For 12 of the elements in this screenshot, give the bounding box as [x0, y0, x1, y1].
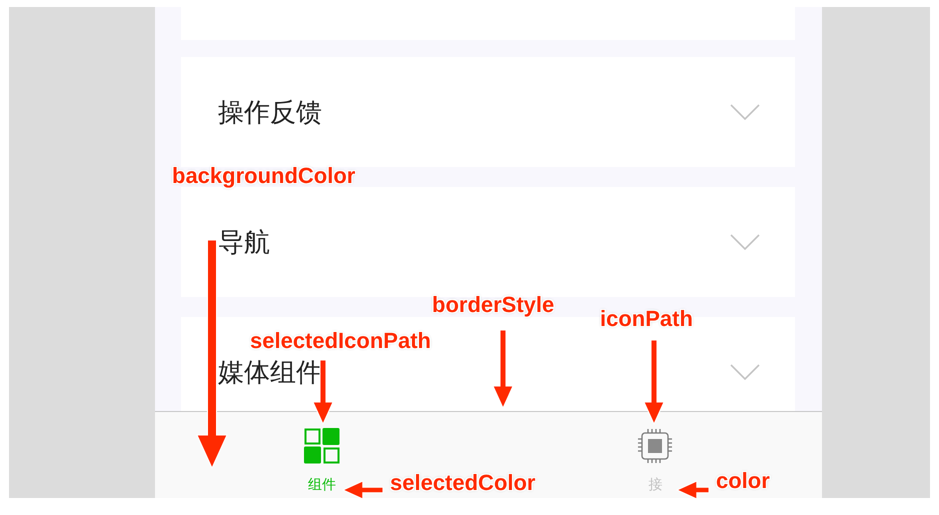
annotation-label: selectedColor	[390, 473, 536, 493]
annotation-label: backgroundColor	[172, 166, 356, 186]
section-card[interactable]: 导航	[181, 187, 795, 297]
annotation-label: selectedIconPath	[250, 331, 431, 351]
section-card[interactable]: 操作反馈	[181, 57, 795, 167]
grid-icon	[304, 428, 340, 464]
chip-icon	[637, 428, 674, 464]
annotation-label: borderStyle	[432, 295, 554, 315]
section-title: 操作反馈	[218, 96, 322, 130]
annotation-label: color	[716, 471, 770, 491]
section-title: 导航	[218, 226, 270, 260]
section-title: 媒体组件	[218, 356, 322, 390]
